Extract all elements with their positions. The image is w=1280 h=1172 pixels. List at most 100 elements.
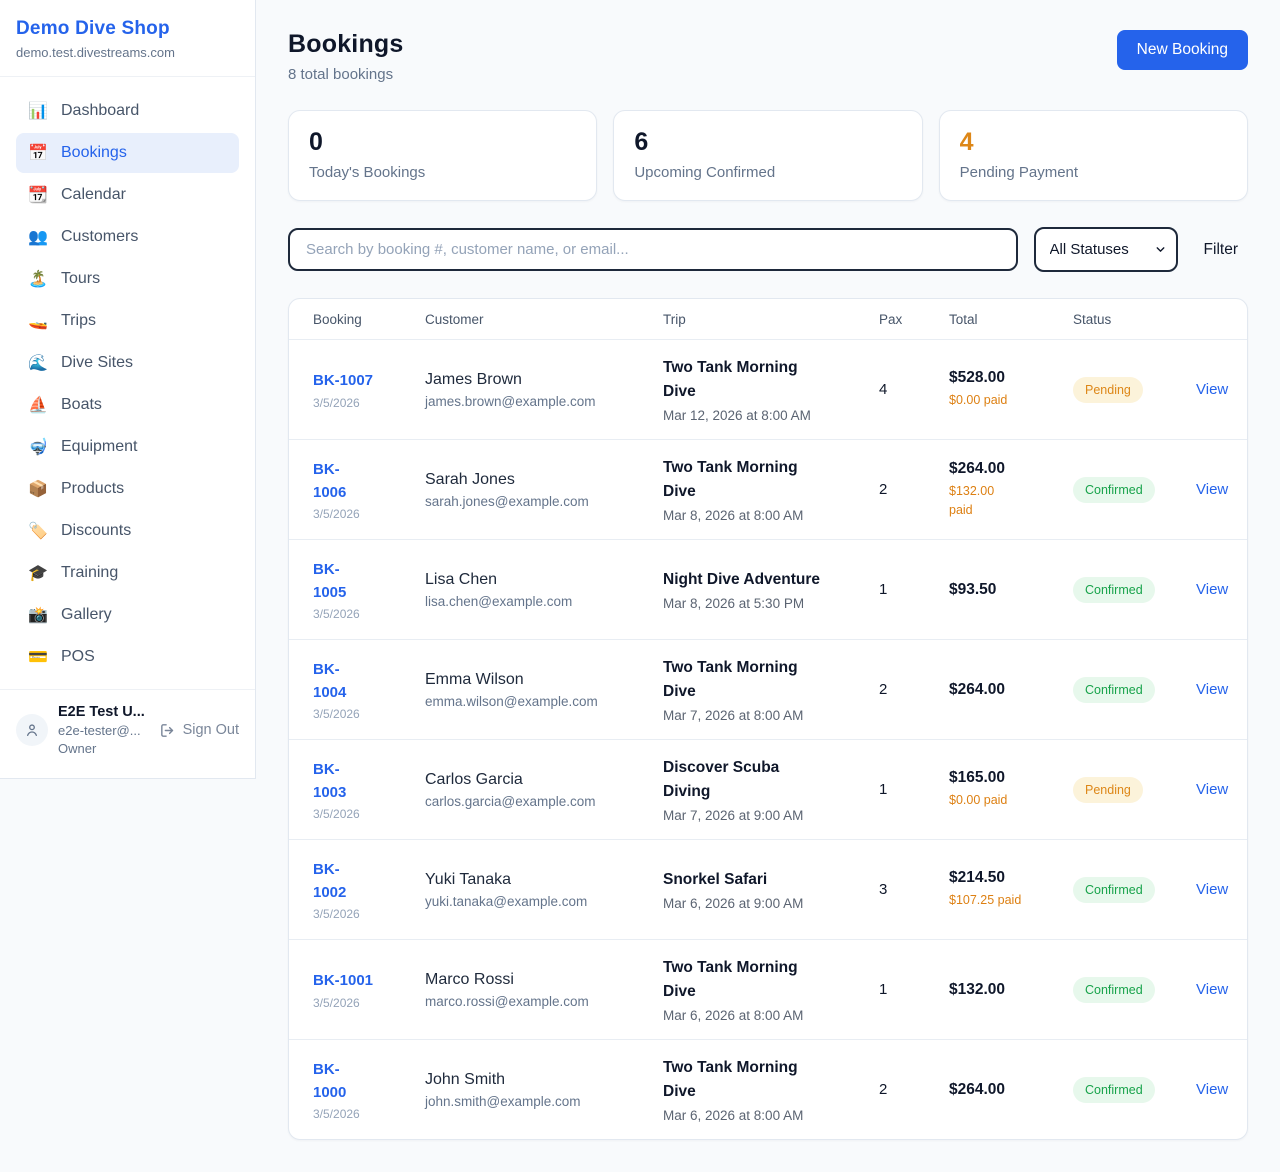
sidebar-item-equipment[interactable]: 🤿 Equipment xyxy=(16,427,239,467)
booking-id-link[interactable]: BK-1007 xyxy=(313,369,373,392)
stat-label: Pending Payment xyxy=(960,164,1227,181)
trip-datetime: Mar 7, 2026 at 9:00 AM xyxy=(663,808,869,823)
view-link[interactable]: View xyxy=(1184,381,1228,398)
sidebar: Demo Dive Shop demo.test.divestreams.com… xyxy=(0,0,256,779)
sidebar-item-tours[interactable]: 🏝️ Tours xyxy=(16,259,239,299)
booking-id-link[interactable]: BK- 1006 xyxy=(313,458,346,505)
people-icon: 👥 xyxy=(28,227,48,247)
view-link[interactable]: View xyxy=(1184,981,1228,998)
status-badge: Confirmed xyxy=(1073,877,1155,903)
sidebar-item-pos[interactable]: 💳 POS xyxy=(16,637,239,677)
booking-date: 3/5/2026 xyxy=(313,907,415,921)
booking-id-link[interactable]: BK- 1003 xyxy=(313,758,346,805)
status-select[interactable]: All Statuses xyxy=(1034,227,1178,272)
pax-cell: 3 xyxy=(879,881,949,898)
booking-cell: BK-1007 3/5/2026 xyxy=(313,369,425,409)
filter-button[interactable]: Filter xyxy=(1194,235,1248,265)
customer-cell: Carlos Garcia carlos.garcia@example.com xyxy=(425,771,663,809)
view-link[interactable]: View xyxy=(1184,581,1228,598)
tag-icon: 🏷️ xyxy=(28,521,48,541)
customer-email: emma.wilson@example.com xyxy=(425,694,653,709)
view-cell: View xyxy=(1184,781,1228,799)
booking-date: 3/5/2026 xyxy=(313,1107,415,1121)
sidebar-item-discounts[interactable]: 🏷️ Discounts xyxy=(16,511,239,551)
sidebar-item-bookings[interactable]: 📅 Bookings xyxy=(16,133,239,173)
customer-email: yuki.tanaka@example.com xyxy=(425,894,653,909)
package-icon: 📦 xyxy=(28,479,48,499)
stat-value: 4 xyxy=(960,128,1227,157)
booking-id-link[interactable]: BK- 1005 xyxy=(313,558,346,605)
sign-out-button[interactable]: Sign Out xyxy=(159,722,239,739)
paid-amount: $0.00 paid xyxy=(949,391,1063,410)
stat-card: 6 Upcoming Confirmed xyxy=(613,110,922,201)
customer-email: john.smith@example.com xyxy=(425,1094,653,1109)
table-row: BK- 1006 3/5/2026 Sarah Jones sarah.jone… xyxy=(289,439,1247,539)
sidebar-item-boats[interactable]: ⛵ Boats xyxy=(16,385,239,425)
paid-amount: $107.25 paid xyxy=(949,891,1063,910)
sidebar-item-training[interactable]: 🎓 Training xyxy=(16,553,239,593)
pax-cell: 1 xyxy=(879,581,949,598)
table-row: BK- 1003 3/5/2026 Carlos Garcia carlos.g… xyxy=(289,739,1247,839)
status-badge: Confirmed xyxy=(1073,577,1155,603)
total-cell: $264.00 xyxy=(949,1081,1073,1099)
view-cell: View xyxy=(1184,581,1228,599)
main-content: Bookings 8 total bookings New Booking 0 … xyxy=(256,0,1280,1172)
search-input[interactable] xyxy=(288,228,1018,271)
sidebar-item-gallery[interactable]: 📸 Gallery xyxy=(16,595,239,635)
view-cell: View xyxy=(1184,981,1228,999)
sidebar-item-label: POS xyxy=(61,648,95,666)
view-link[interactable]: View xyxy=(1184,1081,1228,1098)
brand-name[interactable]: Demo Dive Shop xyxy=(16,18,239,40)
sidebar-item-customers[interactable]: 👥 Customers xyxy=(16,217,239,257)
view-link[interactable]: View xyxy=(1184,781,1228,798)
booking-cell: BK- 1005 3/5/2026 xyxy=(313,558,425,622)
customer-name: Lisa Chen xyxy=(425,571,653,589)
sidebar-item-label: Customers xyxy=(61,228,138,246)
booking-id-link[interactable]: BK-1001 xyxy=(313,969,373,992)
view-link[interactable]: View xyxy=(1184,681,1228,698)
pax-cell: 1 xyxy=(879,781,949,798)
stat-label: Today's Bookings xyxy=(309,164,576,181)
credit-card-icon: 💳 xyxy=(28,647,48,667)
trip-cell: Discover Scuba Diving Mar 7, 2026 at 9:0… xyxy=(663,756,879,823)
customer-cell: Emma Wilson emma.wilson@example.com xyxy=(425,671,663,709)
view-link[interactable]: View xyxy=(1184,881,1228,898)
total-amount: $264.00 xyxy=(949,460,1063,478)
sidebar-item-dashboard[interactable]: 📊 Dashboard xyxy=(16,91,239,131)
new-booking-button[interactable]: New Booking xyxy=(1117,30,1248,70)
booking-id-link[interactable]: BK- 1000 xyxy=(313,1058,346,1105)
status-cell: Confirmed xyxy=(1073,1077,1155,1103)
status-badge: Confirmed xyxy=(1073,1077,1155,1103)
sidebar-item-calendar[interactable]: 📆 Calendar xyxy=(16,175,239,215)
booking-id-link[interactable]: BK- 1002 xyxy=(313,858,346,905)
sidebar-item-label: Discounts xyxy=(61,522,131,540)
booking-id-link[interactable]: BK- 1004 xyxy=(313,658,346,705)
view-cell: View xyxy=(1184,381,1228,399)
trip-name: Two Tank Morning Dive xyxy=(663,1056,869,1104)
customer-name: Carlos Garcia xyxy=(425,771,653,789)
sidebar-item-products[interactable]: 📦 Products xyxy=(16,469,239,509)
sidebar-item-trips[interactable]: 🚤 Trips xyxy=(16,301,239,341)
customer-name: James Brown xyxy=(425,371,653,389)
trip-cell: Two Tank Morning Dive Mar 8, 2026 at 8:0… xyxy=(663,456,879,523)
status-cell: Confirmed xyxy=(1073,577,1155,603)
col-booking: Booking xyxy=(313,312,425,327)
view-link[interactable]: View xyxy=(1184,481,1228,498)
user-name: E2E Test U... xyxy=(58,704,149,720)
total-cell: $264.00 xyxy=(949,681,1073,699)
sidebar-item-dive-sites[interactable]: 🌊 Dive Sites xyxy=(16,343,239,383)
bar-chart-icon: 📊 xyxy=(28,101,48,121)
trip-datetime: Mar 8, 2026 at 8:00 AM xyxy=(663,508,869,523)
island-icon: 🏝️ xyxy=(28,269,48,289)
table-header-row: Booking Customer Trip Pax Total Status xyxy=(289,299,1247,339)
trip-name: Two Tank Morning Dive xyxy=(663,356,869,404)
status-badge: Confirmed xyxy=(1073,477,1155,503)
customer-email: james.brown@example.com xyxy=(425,394,653,409)
stat-value: 6 xyxy=(634,128,901,157)
stat-card: 0 Today's Bookings xyxy=(288,110,597,201)
sidebar-item-label: Dashboard xyxy=(61,102,139,120)
status-cell: Confirmed xyxy=(1073,477,1155,503)
customer-email: lisa.chen@example.com xyxy=(425,594,653,609)
graduation-cap-icon: 🎓 xyxy=(28,563,48,583)
status-cell: Pending xyxy=(1073,777,1143,803)
